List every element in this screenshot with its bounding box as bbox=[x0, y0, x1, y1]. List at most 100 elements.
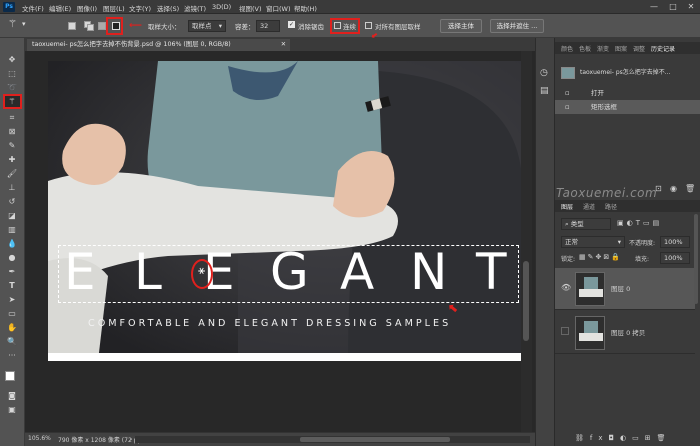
status-chevron-icon[interactable]: › bbox=[130, 436, 132, 443]
lock-icons[interactable]: ▦✎✥⊠🔒 bbox=[579, 253, 622, 261]
tab-history[interactable]: 历史记录 bbox=[651, 44, 675, 53]
layer-thumbnail bbox=[575, 272, 605, 306]
screen-mode-icon[interactable]: ▣ bbox=[4, 404, 20, 415]
marquee-tool-icon[interactable]: ⬚ bbox=[4, 68, 20, 79]
history-item-marquee[interactable]: ▫ 矩形选框 bbox=[555, 100, 700, 114]
fill-label: 填充: bbox=[635, 256, 650, 263]
layer-row-1[interactable]: 图层 0 拷贝 bbox=[555, 312, 695, 354]
menu-type[interactable]: 文字(Y) bbox=[129, 3, 151, 13]
tool-preset-chevron-icon[interactable]: ▾ bbox=[22, 20, 26, 28]
chevron-down-icon-2: ▾ bbox=[617, 238, 621, 246]
tab-color[interactable]: 颜色 bbox=[561, 44, 573, 53]
document-tab-bar: taoxuemei- ps怎么把字去掉不伤背景.psd @ 106% (图层 0… bbox=[25, 38, 554, 51]
tab-swatches[interactable]: 色板 bbox=[579, 44, 591, 53]
camera-snapshot-icon[interactable]: ◉ bbox=[670, 184, 677, 193]
frame-tool-icon[interactable]: ⊠ bbox=[4, 126, 20, 137]
highlight-intersect bbox=[106, 17, 123, 35]
crop-tool-icon[interactable]: ⌗ bbox=[4, 112, 20, 123]
menu-window[interactable]: 窗口(W) bbox=[266, 3, 291, 13]
close-tab-icon[interactable]: ✕ bbox=[281, 39, 286, 51]
new-selection-icon[interactable] bbox=[68, 22, 76, 30]
hand-tool-icon[interactable]: ✋ bbox=[4, 322, 20, 333]
clone-stamp-tool-icon[interactable]: ⊥ bbox=[4, 182, 20, 193]
blend-mode-select[interactable]: 正常 ▾ bbox=[561, 236, 625, 248]
eraser-tool-icon[interactable]: ◪ bbox=[4, 210, 20, 221]
maximize-button[interactable]: □ bbox=[664, 1, 682, 13]
history-brush-tool-icon[interactable]: ↺ bbox=[4, 196, 20, 207]
menu-layer[interactable]: 图层(L) bbox=[103, 3, 125, 13]
properties-panel-icon[interactable]: ▤ bbox=[540, 86, 549, 96]
magic-wand-cursor-icon: ⚹ bbox=[198, 263, 206, 277]
sample-size-select[interactable]: 取样点 ▾ bbox=[188, 20, 226, 32]
trash-icon[interactable]: 🗑 bbox=[685, 184, 695, 193]
tolerance-input[interactable]: 32 bbox=[256, 20, 280, 32]
quick-mask-icon[interactable]: ◙ bbox=[4, 390, 20, 401]
sample-all-layers-checkbox[interactable] bbox=[365, 22, 372, 29]
eye-toggle-empty[interactable] bbox=[561, 327, 569, 335]
subtract-selection-icon[interactable] bbox=[98, 22, 106, 30]
blur-tool-icon[interactable]: 💧 bbox=[4, 238, 20, 249]
tab-patterns[interactable]: 图案 bbox=[615, 44, 627, 53]
layers-scrollbar[interactable] bbox=[694, 214, 698, 304]
layer-filter-icons[interactable]: ▣◐T▭▤ bbox=[617, 219, 662, 227]
brush-tool-icon[interactable]: 🖌 bbox=[4, 168, 20, 179]
menu-filter[interactable]: 滤镜(T) bbox=[184, 3, 206, 13]
history-panel-icon[interactable]: ◷ bbox=[540, 68, 548, 78]
antialias-checkbox[interactable]: ✓ bbox=[288, 21, 295, 28]
menu-3d[interactable]: 3D(D) bbox=[212, 3, 231, 11]
layer-thumbnail-2 bbox=[575, 316, 605, 350]
minimize-button[interactable]: — bbox=[645, 1, 663, 13]
tab-layers[interactable]: 图层 bbox=[561, 202, 573, 211]
layers-panel-tabs: 图层 通道 路径 bbox=[555, 200, 700, 212]
eyedropper-tool-icon[interactable]: ✎ bbox=[4, 140, 20, 151]
tab-channels[interactable]: 通道 bbox=[583, 202, 595, 211]
tab-adjustments[interactable]: 调整 bbox=[633, 44, 645, 53]
scrollbar-thumb[interactable] bbox=[523, 261, 529, 341]
menu-help[interactable]: 帮助(H) bbox=[294, 3, 317, 13]
select-and-mask-button[interactable]: 选择并遮住 ... bbox=[490, 19, 544, 33]
status-bar: 105.6% 790 像素 x 1208 像素 (72 ppi) › bbox=[25, 432, 535, 446]
more-tools-icon[interactable]: ··· bbox=[4, 350, 20, 361]
type-tool-icon[interactable]: T bbox=[4, 280, 20, 291]
history-snapshot[interactable]: taoxuemei- ps怎么把字去掉不... bbox=[555, 64, 700, 84]
opacity-input[interactable]: 100% bbox=[660, 236, 690, 248]
zoom-level[interactable]: 105.6% bbox=[28, 435, 51, 442]
magic-wand-icon[interactable]: ⚚ bbox=[8, 19, 17, 30]
menu-edit[interactable]: 编辑(E) bbox=[49, 3, 71, 13]
foreground-color-swatch[interactable] bbox=[5, 371, 15, 381]
layer-filter-select[interactable]: ⌕ 类型 bbox=[561, 218, 611, 230]
zoom-tool-icon[interactable]: 🔍 bbox=[4, 336, 20, 347]
vertical-scrollbar[interactable] bbox=[521, 51, 532, 432]
menu-select[interactable]: 选择(S) bbox=[157, 3, 179, 13]
tab-paths[interactable]: 路径 bbox=[605, 202, 617, 211]
contiguous-checkbox[interactable] bbox=[334, 22, 341, 29]
document-tab[interactable]: taoxuemei- ps怎么把字去掉不伤背景.psd @ 106% (图层 0… bbox=[27, 39, 290, 51]
eye-icon[interactable]: 👁 bbox=[561, 283, 571, 292]
menu-image[interactable]: 图像(I) bbox=[77, 3, 97, 13]
layer-footer-icons[interactable]: ⛓fx◘◐▭⊞🗑 bbox=[575, 434, 672, 442]
canvas-area[interactable]: E L E G A N T ⚹ ⬅ COMFORTABLE AND ELEGAN… bbox=[25, 51, 521, 432]
collapsed-panel-strip: ◷ ▤ bbox=[535, 38, 554, 446]
path-select-tool-icon[interactable]: ➤ bbox=[4, 294, 20, 305]
horizontal-scrollbar[interactable] bbox=[135, 436, 530, 443]
photoshop-logo: Ps bbox=[3, 2, 15, 12]
lasso-tool-icon[interactable]: ➰ bbox=[4, 82, 20, 93]
h-scrollbar-thumb[interactable] bbox=[300, 437, 450, 442]
canvas-image[interactable]: E L E G A N T ⚹ ⬅ COMFORTABLE AND ELEGAN… bbox=[48, 61, 521, 361]
add-selection-icon-overlap bbox=[87, 24, 94, 31]
pen-tool-icon[interactable]: ✒ bbox=[4, 266, 20, 277]
shape-tool-icon[interactable]: ▭ bbox=[4, 308, 20, 319]
layer-row-0[interactable]: 👁 图层 0 bbox=[555, 268, 695, 310]
move-tool-icon[interactable]: ✥ bbox=[4, 54, 20, 65]
dodge-tool-icon[interactable]: ● bbox=[4, 252, 20, 263]
sample-size-value: 取样点 bbox=[192, 22, 212, 30]
healing-brush-tool-icon[interactable]: ✚ bbox=[4, 154, 20, 165]
menu-view[interactable]: 视图(V) bbox=[239, 3, 262, 13]
menu-file[interactable]: 文件(F) bbox=[22, 3, 44, 13]
fill-input[interactable]: 100% bbox=[660, 252, 690, 264]
tab-gradients[interactable]: 渐变 bbox=[597, 44, 609, 53]
gradient-tool-icon[interactable]: ▥ bbox=[4, 224, 20, 235]
close-window-button[interactable]: ✕ bbox=[682, 1, 700, 13]
history-item-open[interactable]: ▫ 打开 bbox=[555, 86, 700, 100]
select-subject-button[interactable]: 选择主体 bbox=[440, 19, 482, 33]
